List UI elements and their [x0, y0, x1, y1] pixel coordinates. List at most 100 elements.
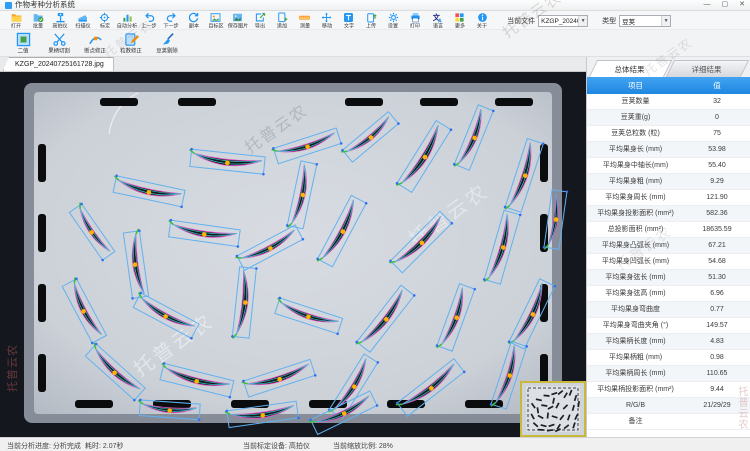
measure-button[interactable]: 测量 — [293, 12, 315, 30]
current-file-label: 当前文件 — [507, 16, 535, 26]
svg-text:托普云农: 托普云农 — [5, 344, 19, 392]
document-tab[interactable]: KZGP_20240725161728.jpg — [3, 57, 114, 71]
table-row: 平均果柄长度 (mm) 4.83 — [587, 334, 750, 350]
measure-icon — [299, 12, 310, 23]
row-label: R/G/B — [587, 398, 684, 413]
close-button[interactable]: ✕ — [739, 0, 745, 10]
row-label: 平均果身周长 (mm) — [587, 190, 684, 205]
language-icon: 文A — [432, 12, 443, 23]
results-panel: 总体结果 详细结果 项目 值 豆荚数量 32豆荚重(g) 0豆荚总粒数 (粒) … — [586, 57, 750, 437]
row-value: 32 — [684, 94, 750, 109]
breakpoint-fix-button[interactable]: 断点修正 — [79, 32, 111, 55]
row-label: 豆荚重(g) — [587, 110, 684, 125]
column-header-item: 项目 — [587, 77, 684, 94]
type-select[interactable]: 豆荚 ▼ — [619, 15, 671, 27]
target-area-button[interactable]: 目标区 — [205, 12, 227, 30]
text-button[interactable]: 文字 — [338, 12, 360, 30]
scanner-icon — [77, 12, 88, 23]
row-value: 0 — [684, 110, 750, 125]
count-fix-button[interactable]: 粒数修正 — [115, 32, 147, 55]
calibrate-button[interactable]: 标定 — [94, 12, 116, 30]
navigator-thumbnail[interactable] — [521, 382, 585, 436]
move-button[interactable]: 移动 — [316, 12, 338, 30]
results-table-header: 项目 值 — [587, 77, 750, 94]
row-label: 平均果身投影面积 (mm²) — [587, 206, 684, 221]
redo-button[interactable]: 下一步 — [160, 12, 182, 30]
status-elapsed: 耗时: 2.07秒 — [85, 441, 124, 451]
undo-icon — [144, 12, 155, 23]
upload-icon — [366, 12, 377, 23]
table-row: 平均果身凹弧长 (mm) 54.68 — [587, 254, 750, 270]
image-pane: KZGP_20240725161728.jpg 托普云农托普云农托普云农托普云农 — [0, 57, 586, 437]
breakpoint-fix-icon — [88, 32, 103, 47]
about-button[interactable]: 关于 — [471, 12, 493, 30]
status-bar: 当前分析进度: 分析完成 耗时: 2.07秒 当前标定设备: 高拍仪 当前缩放比… — [0, 437, 750, 451]
table-row: R/G/B 21/29/29 — [587, 398, 750, 414]
undo-button[interactable]: 上一步 — [138, 12, 160, 30]
settings-button[interactable]: 设置 — [382, 12, 404, 30]
type-label: 类型 — [602, 16, 616, 26]
append-icon — [277, 12, 288, 23]
row-label: 豆荚总粒数 (粒) — [587, 126, 684, 141]
secondary-toolbar: 二值 果柄切割 断点修正 粒数修正 豆荚剔除 — [0, 29, 750, 57]
tab-detailed-results[interactable]: 详细结果 — [665, 60, 748, 77]
maximize-button[interactable]: ▢ — [722, 0, 729, 10]
stem-cut-icon — [52, 32, 67, 47]
row-value: 51.30 — [684, 270, 750, 285]
row-label: 备注 — [587, 414, 684, 429]
current-file-select[interactable]: KZGP_202407... ▼ — [538, 15, 588, 27]
doc-camera-button[interactable]: 高拍仪 — [49, 12, 71, 30]
binary-button[interactable]: 二值 — [7, 32, 39, 55]
about-icon — [477, 12, 488, 23]
current-file-field: 当前文件 KZGP_202407... ▼ — [507, 15, 588, 27]
row-value: 18635.59 — [684, 222, 750, 237]
row-value: 149.57 — [684, 318, 750, 333]
row-value: 9.44 — [684, 382, 750, 397]
upload-button[interactable]: 上传 — [360, 12, 382, 30]
append-button[interactable]: 追加 — [271, 12, 293, 30]
row-value: 110.65 — [684, 366, 750, 381]
more-button[interactable]: 更多 — [449, 12, 471, 30]
more-icon — [454, 12, 465, 23]
stem-cut-button[interactable]: 果柄切割 — [43, 32, 75, 55]
status-zoom-level: 当前缩放比例: 28% — [333, 441, 393, 451]
save-image-button[interactable]: 保存图片 — [227, 12, 249, 30]
table-row: 平均果身长 (mm) 53.98 — [587, 142, 750, 158]
row-value: 54.68 — [684, 254, 750, 269]
auto-analyze-button[interactable]: 自动分析 — [116, 12, 138, 30]
open-folder-button[interactable]: 打开 — [5, 12, 27, 30]
minimize-button[interactable]: — — [704, 0, 711, 10]
row-label: 平均果身粗 (mm) — [587, 174, 684, 189]
scanner-button[interactable]: 扫描仪 — [72, 12, 94, 30]
row-label: 平均果身弯曲夹角 (°) — [587, 318, 684, 333]
row-value: 53.98 — [684, 142, 750, 157]
auto-analyze-icon — [122, 12, 133, 23]
export-icon — [255, 12, 266, 23]
row-value: 75 — [684, 126, 750, 141]
row-label: 平均果柄粗 (mm) — [587, 350, 684, 365]
language-button[interactable]: 文A 语言 — [427, 12, 449, 30]
row-value — [684, 414, 750, 429]
type-value: 豆荚 — [622, 16, 661, 26]
column-header-value: 值 — [684, 77, 750, 94]
tab-overall-results[interactable]: 总体结果 — [589, 60, 672, 77]
table-row: 平均果柄粗 (mm) 0.98 — [587, 350, 750, 366]
chevron-down-icon: ▼ — [578, 16, 587, 26]
table-row: 平均果身中轴长(mm) 55.40 — [587, 158, 750, 174]
row-label: 平均果身弯曲度 — [587, 302, 684, 317]
redo-icon — [166, 12, 177, 23]
row-label: 平均果柄投影面积 (mm²) — [587, 382, 684, 397]
pod-remove-button[interactable]: 豆荚剔除 — [151, 32, 183, 55]
export-button[interactable]: 导出 — [249, 12, 271, 30]
copy-button[interactable]: 副本 — [183, 12, 205, 30]
table-row: 备注 — [587, 414, 750, 430]
count-fix-icon — [124, 32, 139, 47]
print-button[interactable]: 打印 — [404, 12, 426, 30]
target-area-icon — [210, 12, 221, 23]
analysis-image: 托普云农托普云农托普云农托普云农 — [0, 72, 586, 437]
window-title: 作物考种分析系统 — [15, 0, 75, 10]
table-row: 平均果身投影面积 (mm²) 582.36 — [587, 206, 750, 222]
image-viewport[interactable]: 托普云农托普云农托普云农托普云农 — [0, 72, 586, 437]
batch-button[interactable]: 批量 — [27, 12, 49, 30]
results-table-body: 豆荚数量 32豆荚重(g) 0豆荚总粒数 (粒) 75平均果身长 (mm) 53… — [587, 94, 750, 437]
